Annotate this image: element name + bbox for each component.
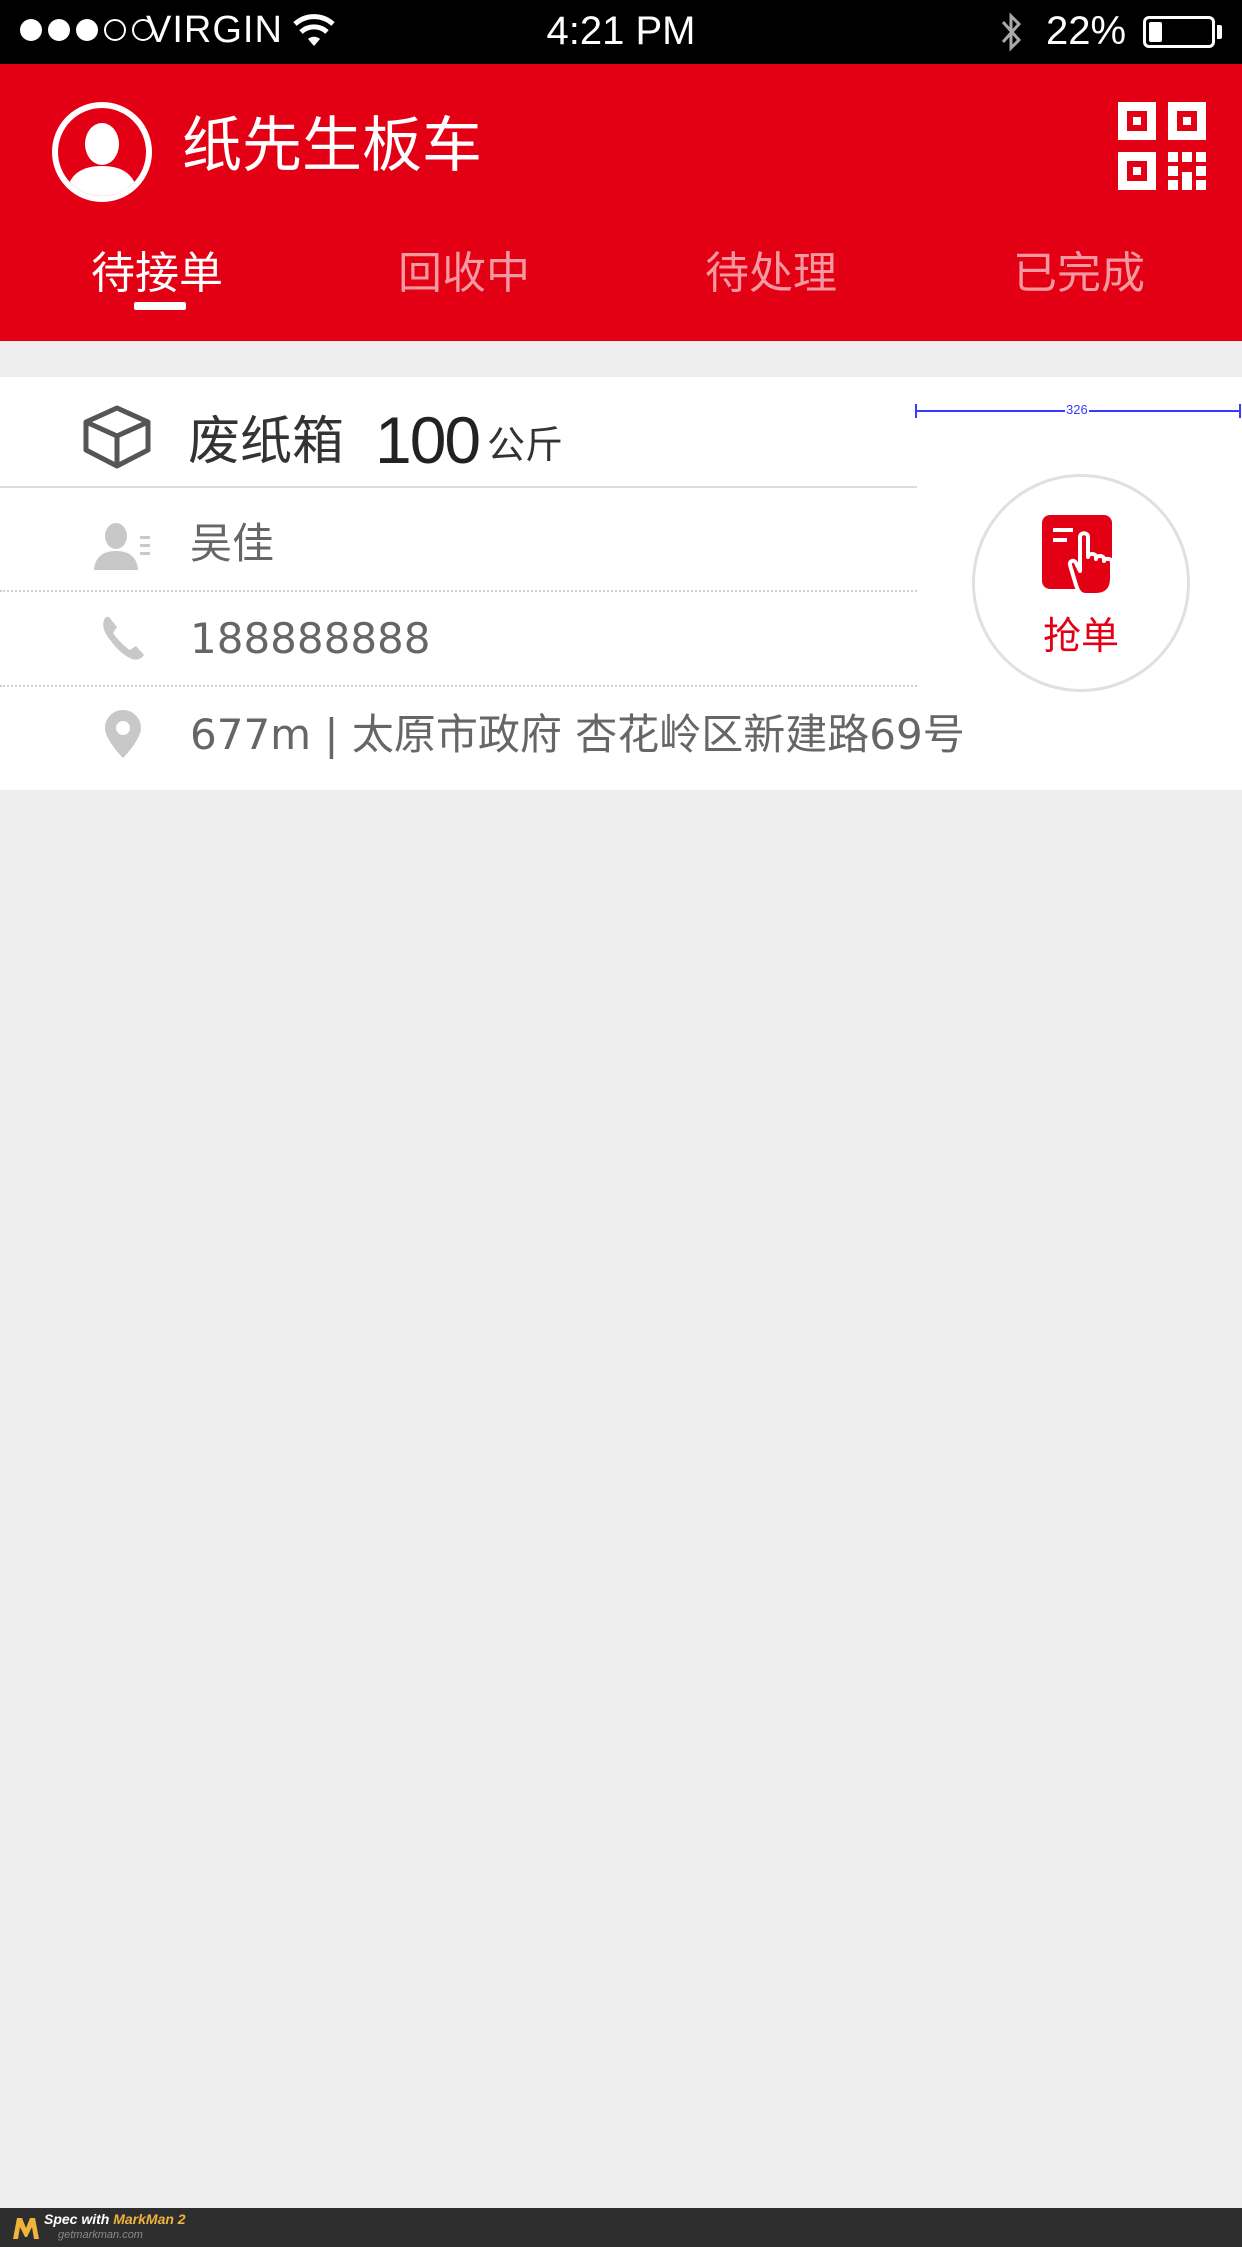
battery-fill xyxy=(1149,22,1162,42)
location-pin-icon xyxy=(105,710,141,758)
bluetooth-icon xyxy=(1001,12,1022,52)
status-bar: VIRGIN 4:21 PM 22% xyxy=(0,0,1242,64)
divider xyxy=(0,590,917,592)
material-name: 废纸箱 xyxy=(188,412,345,472)
divider xyxy=(0,685,917,687)
pickup-address: 677m | 太原市政府 杏花岭区新建路69号 xyxy=(190,710,965,759)
phone-number[interactable]: 188888888 xyxy=(190,609,431,669)
phone-icon xyxy=(103,617,144,660)
tab-completed[interactable]: 已完成 xyxy=(924,224,1234,324)
qr-code-button[interactable] xyxy=(1118,102,1206,190)
spec-text: Spec with MarkMan 2 xyxy=(44,2211,186,2227)
contact-card-icon xyxy=(94,523,150,570)
markman-footer: Spec with MarkMan 2 getmarkman.com xyxy=(0,2208,1242,2247)
active-tab-indicator xyxy=(134,302,186,310)
measurement-cap xyxy=(915,404,917,418)
box-icon xyxy=(83,405,151,469)
tap-order-icon xyxy=(1042,515,1114,597)
order-card[interactable]: 废纸箱 100 公斤 吴佳 188888888 677m | 太原市政府 杏花岭… xyxy=(0,377,1242,790)
markman-logo-icon xyxy=(13,2218,39,2239)
battery-percent: 22% xyxy=(1046,9,1127,53)
order-status-tabs: 待接单 回收中 待处理 已完成 xyxy=(0,224,1242,334)
app-title: 纸先生板车 xyxy=(182,111,482,181)
contact-name: 吴佳 xyxy=(190,519,275,568)
weight-value: 100 xyxy=(375,403,481,477)
app-header: 纸先生板车 待接单 回收中 待处理 已完成 xyxy=(0,64,1242,341)
tab-collecting[interactable]: 回收中 xyxy=(309,224,619,324)
markman-brand: MarkMan 2 xyxy=(113,2211,186,2227)
avatar-button[interactable] xyxy=(52,102,152,202)
divider xyxy=(0,486,917,488)
weight-unit: 公斤 xyxy=(487,423,564,467)
battery-tip xyxy=(1217,25,1222,39)
measurement-label: 326 xyxy=(1065,401,1089,419)
battery-icon xyxy=(1143,16,1215,48)
measurement-cap xyxy=(1239,404,1241,418)
tab-processing[interactable]: 待处理 xyxy=(616,224,926,324)
qr-code-icon xyxy=(1118,102,1206,190)
user-icon xyxy=(66,123,138,196)
grab-order-label: 抢单 xyxy=(1042,614,1119,658)
markman-site: getmarkman.com xyxy=(58,2229,143,2241)
grab-order-button[interactable]: 抢单 xyxy=(972,474,1190,692)
spec-prefix: Spec with xyxy=(44,2211,114,2227)
